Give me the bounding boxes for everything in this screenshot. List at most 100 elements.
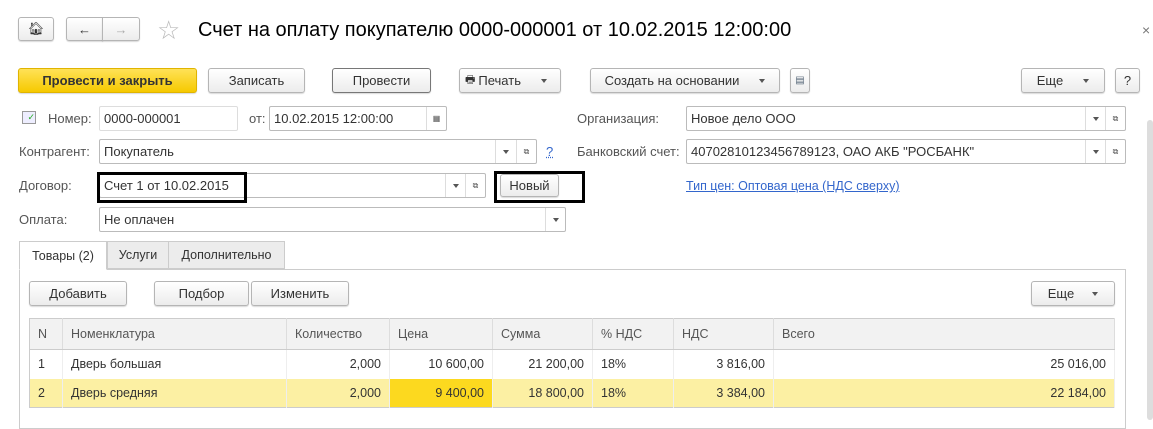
chevron-down-icon: [553, 218, 559, 222]
edit-button[interactable]: Изменить: [251, 281, 349, 306]
arrow-right-icon: →: [115, 22, 128, 37]
cell[interactable]: 9 400,00: [390, 379, 493, 408]
chevron-down-icon: [1083, 79, 1089, 83]
table-header: N Номенклатура Количество Цена Сумма % Н…: [30, 319, 1115, 350]
cell[interactable]: 18%: [593, 350, 674, 379]
open-icon[interactable]: ⧉: [516, 140, 536, 163]
contract-label: Договор:: [19, 173, 72, 198]
chevron-down-icon: [503, 150, 509, 154]
scrollbar[interactable]: [1147, 120, 1153, 420]
dropdown-button[interactable]: [545, 208, 565, 231]
payment-label: Оплата:: [19, 207, 67, 232]
organization-value: Новое дело ООО: [691, 111, 796, 126]
date-field[interactable]: 10.02.2015 12:00:00 ▦: [269, 106, 447, 131]
cell[interactable]: 2,000: [287, 379, 390, 408]
tab-additional[interactable]: Дополнительно: [168, 241, 285, 269]
dropdown-button[interactable]: [1085, 107, 1105, 130]
bank-account-value: 40702810123456789123, ОАО АКБ "РОСБАНК": [691, 144, 974, 159]
organization-field[interactable]: Новое дело ООО ⧉: [686, 106, 1126, 131]
cell[interactable]: 18%: [593, 379, 674, 408]
back-button[interactable]: ←: [66, 17, 103, 41]
number-label: Номер:: [48, 106, 92, 131]
save-button[interactable]: Записать: [208, 68, 305, 93]
dropdown-button[interactable]: [445, 174, 465, 197]
cell[interactable]: 21 200,00: [493, 350, 593, 379]
open-icon[interactable]: ⧉: [1105, 140, 1125, 163]
table-row[interactable]: 1 Дверь большая 2,000 10 600,00 21 200,0…: [30, 350, 1115, 379]
cell[interactable]: Дверь средняя: [63, 379, 287, 408]
printer-icon: 🖶: [465, 71, 475, 90]
contractor-label: Контрагент:: [19, 139, 90, 164]
column-header[interactable]: Цена: [390, 319, 493, 350]
tab-services[interactable]: Услуги: [107, 241, 169, 269]
column-header[interactable]: Сумма: [493, 319, 593, 350]
calendar-icon[interactable]: ▦: [426, 107, 446, 130]
cell[interactable]: 2,000: [287, 350, 390, 379]
forward-button[interactable]: →: [102, 17, 140, 41]
post-and-close-button[interactable]: Провести и закрыть: [18, 68, 197, 93]
table-more-button[interactable]: Еще: [1031, 281, 1115, 306]
table-row[interactable]: 2 Дверь средняя 2,000 9 400,00 18 800,00…: [30, 379, 1115, 408]
post-button[interactable]: Провести: [332, 68, 431, 93]
column-header[interactable]: Количество: [287, 319, 390, 350]
contractor-value: Покупатель: [104, 144, 174, 159]
bank-account-label: Банковский счет:: [577, 139, 680, 164]
highlight-box: [494, 171, 585, 203]
column-header[interactable]: N: [30, 319, 63, 350]
column-header[interactable]: НДС: [674, 319, 774, 350]
contractor-field[interactable]: Покупатель ⧉: [99, 139, 537, 164]
home-icon: 🏠︎: [28, 21, 45, 37]
print-button[interactable]: 🖶 Печать: [459, 68, 561, 93]
chevron-down-icon: [1092, 292, 1098, 296]
contractor-help-link[interactable]: ?: [546, 144, 553, 159]
payment-value: Не оплачен: [104, 212, 174, 227]
cell[interactable]: 3 816,00: [674, 350, 774, 379]
create-based-button[interactable]: Создать на основании: [590, 68, 780, 93]
favorite-star-icon[interactable]: ☆: [157, 15, 180, 46]
more-label: Еще: [1037, 73, 1063, 88]
highlight-box: [97, 172, 247, 203]
payment-field[interactable]: Не оплачен: [99, 207, 566, 232]
price-type-link[interactable]: Тип цен: Оптовая цена (НДС сверху): [686, 179, 899, 193]
open-icon[interactable]: ⧉: [465, 174, 485, 197]
more-label: Еще: [1048, 286, 1074, 301]
page-title: Счет на оплату покупателю 0000-000001 от…: [198, 19, 791, 42]
number-field[interactable]: 0000-000001: [99, 106, 238, 131]
add-button[interactable]: Добавить: [29, 281, 127, 306]
document-icon: ▤: [795, 75, 804, 86]
cell[interactable]: 22 184,00: [774, 379, 1115, 408]
cell[interactable]: 25 016,00: [774, 350, 1115, 379]
more-button[interactable]: Еще: [1021, 68, 1105, 93]
date-label: от:: [249, 106, 266, 131]
organization-label: Организация:: [577, 106, 659, 131]
document-structure-button[interactable]: ▤: [790, 68, 810, 93]
tab-goods[interactable]: Товары (2): [19, 241, 107, 270]
column-header[interactable]: Номенклатура: [63, 319, 287, 350]
chevron-down-icon: [1093, 150, 1099, 154]
column-header[interactable]: % НДС: [593, 319, 674, 350]
close-icon[interactable]: ×: [1142, 22, 1150, 38]
cell[interactable]: 10 600,00: [390, 350, 493, 379]
cell[interactable]: 3 384,00: [674, 379, 774, 408]
cell[interactable]: 18 800,00: [493, 379, 593, 408]
dropdown-button[interactable]: [1085, 140, 1105, 163]
posted-status-icon: ✓: [22, 111, 36, 124]
chevron-down-icon: [453, 184, 459, 188]
bank-account-field[interactable]: 40702810123456789123, ОАО АКБ "РОСБАНК" ⧉: [686, 139, 1126, 164]
create-based-label: Создать на основании: [605, 73, 740, 88]
pick-button[interactable]: Подбор: [154, 281, 249, 306]
chevron-down-icon: [759, 79, 765, 83]
print-label: Печать: [478, 73, 521, 88]
goods-table: N Номенклатура Количество Цена Сумма % Н…: [29, 318, 1115, 408]
date-value: 10.02.2015 12:00:00: [274, 111, 393, 126]
chevron-down-icon: [1093, 117, 1099, 121]
cell[interactable]: Дверь большая: [63, 350, 287, 379]
home-button[interactable]: 🏠︎: [18, 17, 54, 41]
cell[interactable]: 1: [30, 350, 63, 379]
dropdown-button[interactable]: [495, 140, 515, 163]
open-icon[interactable]: ⧉: [1105, 107, 1125, 130]
cell[interactable]: 2: [30, 379, 63, 408]
help-button[interactable]: ?: [1115, 68, 1140, 93]
column-header[interactable]: Всего: [774, 319, 1115, 350]
arrow-left-icon: ←: [78, 22, 91, 37]
